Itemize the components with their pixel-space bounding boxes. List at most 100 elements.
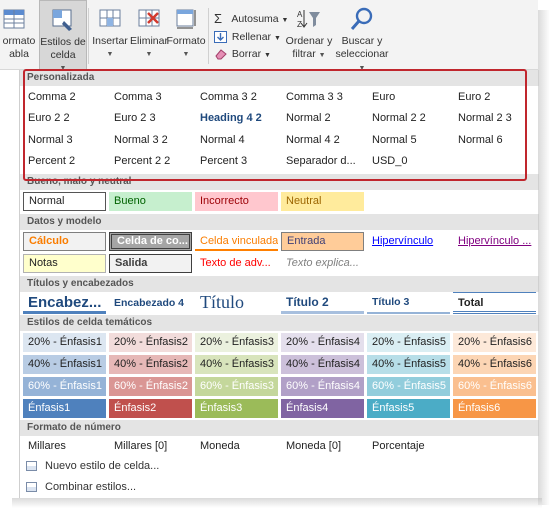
cell-styles-button[interactable]: Estilos de celda ▼ — [39, 0, 87, 72]
style-40-enfasis1[interactable]: 40% - Énfasis1 — [23, 355, 106, 374]
format-as-table-label-2: abla — [9, 48, 29, 60]
style-neutral[interactable]: Neutral — [281, 192, 364, 211]
chevron-down-icon: ▼ — [264, 52, 271, 59]
find-select-button[interactable]: Buscar y seleccionar ▼ — [333, 0, 391, 75]
ribbon: ormato abla Estilos de celda ▼ Insertar … — [0, 0, 538, 72]
delete-cells-icon — [136, 6, 162, 32]
style-texto-advertencia[interactable]: Texto de adv... — [195, 254, 278, 273]
style-millares-0[interactable]: Millares [0] — [109, 437, 192, 456]
highlight-box — [23, 69, 527, 181]
insert-label: Insertar — [92, 35, 128, 47]
eraser-icon — [214, 48, 227, 60]
style-titulo-2[interactable]: Título 2 — [281, 292, 364, 314]
style-enfasis6[interactable]: Énfasis6 — [453, 399, 536, 418]
style-moneda[interactable]: Moneda — [195, 437, 278, 456]
new-cell-style-label: Nuevo estilo de celda... — [45, 460, 160, 472]
page-shadow-bottom — [12, 498, 542, 508]
merge-styles-button[interactable]: Combinar estilos... — [26, 479, 136, 495]
style-20-enfasis1[interactable]: 20% - Énfasis1 — [23, 333, 106, 352]
insert-cells-icon — [97, 6, 123, 32]
style-20-enfasis3[interactable]: 20% - Énfasis3 — [195, 333, 278, 352]
autosum-button[interactable]: Σ Autosuma ▼ — [214, 12, 288, 28]
format-button[interactable]: Formato ▼ — [166, 0, 206, 61]
cell-styles-label-2: celda — [50, 49, 76, 61]
style-moneda-0[interactable]: Moneda [0] — [281, 437, 364, 456]
style-celda-vinculada[interactable]: Celda vinculada — [195, 232, 278, 251]
style-60-enfasis3[interactable]: 60% - Énfasis3 — [195, 377, 278, 396]
merge-styles-label: Combinar estilos... — [45, 481, 137, 493]
style-encabezado-1[interactable]: Encabez... — [23, 292, 106, 314]
section-header-tematicos: Estilos de celda temáticos — [20, 315, 539, 331]
style-60-enfasis6[interactable]: 60% - Énfasis6 — [453, 377, 536, 396]
style-enfasis2[interactable]: Énfasis2 — [109, 399, 192, 418]
merge-styles-icon — [26, 482, 37, 493]
clear-button[interactable]: Borrar ▼ — [214, 47, 271, 63]
style-60-enfasis1[interactable]: 60% - Énfasis1 — [23, 377, 106, 396]
style-enfasis3[interactable]: Énfasis3 — [195, 399, 278, 418]
style-entrada[interactable]: Entrada — [281, 232, 364, 251]
style-encabezado-4[interactable]: Encabezado 4 — [109, 292, 192, 314]
fill-button[interactable]: Rellenar ▼ — [214, 30, 281, 46]
style-celda-comprobacion[interactable]: Celda de co... — [109, 232, 192, 251]
sort-filter-button[interactable]: AZ Ordenar y filtrar ▼ — [284, 0, 334, 62]
format-cells-icon — [173, 6, 199, 32]
insert-button[interactable]: Insertar ▼ — [90, 0, 130, 61]
svg-text:A: A — [297, 10, 303, 19]
new-style-icon — [26, 461, 37, 472]
page-shadow-right — [538, 10, 550, 505]
style-bueno[interactable]: Bueno — [109, 192, 192, 211]
find-select-label: Buscar y — [341, 35, 383, 47]
chevron-down-icon: ▼ — [182, 51, 190, 58]
find-select-label-2: seleccionar — [335, 48, 389, 60]
chevron-down-icon: ▼ — [273, 35, 281, 42]
style-40-enfasis4[interactable]: 40% - Énfasis4 — [281, 355, 364, 374]
delete-button[interactable]: Eliminar ▼ — [128, 0, 170, 61]
style-40-enfasis6[interactable]: 40% - Énfasis6 — [453, 355, 536, 374]
style-40-enfasis2[interactable]: 40% - Énfasis2 — [109, 355, 192, 374]
style-60-enfasis2[interactable]: 60% - Énfasis2 — [109, 377, 192, 396]
style-enfasis4[interactable]: Énfasis4 — [281, 399, 364, 418]
ribbon-separator — [88, 8, 89, 64]
style-titulo[interactable]: Título — [195, 290, 278, 314]
style-hipervinculo-visitado[interactable]: Hipervínculo ... — [453, 232, 536, 251]
new-cell-style-button[interactable]: Nuevo estilo de celda... — [26, 458, 159, 474]
style-hipervinculo[interactable]: Hipervínculo — [367, 232, 450, 251]
style-60-enfasis4[interactable]: 60% - Énfasis4 — [281, 377, 364, 396]
style-20-enfasis2[interactable]: 20% - Énfasis2 — [109, 333, 192, 352]
style-enfasis5[interactable]: Énfasis5 — [367, 399, 450, 418]
section-header-titulos: Títulos y encabezados — [20, 276, 539, 292]
clear-label: Borrar — [231, 48, 262, 60]
svg-text:Z: Z — [297, 20, 302, 29]
delete-label: Eliminar — [130, 35, 168, 47]
magnifier-icon — [349, 6, 375, 32]
style-total[interactable]: Total — [453, 292, 536, 314]
style-normal[interactable]: Normal — [23, 192, 106, 211]
section-header-formato-numero: Formato de número — [20, 420, 539, 436]
style-texto-explicativo[interactable]: Texto explica... — [281, 254, 364, 273]
style-60-enfasis5[interactable]: 60% - Énfasis5 — [367, 377, 450, 396]
section-header-datos-modelo: Datos y modelo — [20, 214, 539, 230]
sort-filter-icon: AZ — [296, 6, 322, 32]
style-20-enfasis6[interactable]: 20% - Énfasis6 — [453, 333, 536, 352]
style-20-enfasis4[interactable]: 20% - Énfasis4 — [281, 333, 364, 352]
fill-label: Rellenar — [231, 31, 272, 43]
style-calculo[interactable]: Cálculo — [23, 232, 106, 251]
style-incorrecto[interactable]: Incorrecto — [195, 192, 278, 211]
format-as-table-label: ormato — [2, 35, 36, 47]
autosum-label: Autosuma — [231, 13, 279, 25]
sigma-icon: Σ — [214, 11, 223, 27]
style-titulo-3[interactable]: Título 3 — [367, 292, 450, 314]
style-salida[interactable]: Salida — [109, 254, 192, 273]
style-porcentaje[interactable]: Porcentaje — [367, 437, 450, 456]
format-label: Formato — [166, 35, 206, 47]
style-notas[interactable]: Notas — [23, 254, 106, 273]
style-millares[interactable]: Millares — [23, 437, 106, 456]
style-enfasis1[interactable]: Énfasis1 — [23, 399, 106, 418]
cell-styles-label: Estilos de — [40, 36, 86, 48]
style-40-enfasis5[interactable]: 40% - Énfasis5 — [367, 355, 450, 374]
style-20-enfasis5[interactable]: 20% - Énfasis5 — [367, 333, 450, 352]
style-40-enfasis3[interactable]: 40% - Énfasis3 — [195, 355, 278, 374]
chevron-down-icon: ▼ — [318, 52, 326, 59]
cell-styles-icon — [50, 7, 76, 33]
format-as-table-button[interactable]: ormato abla — [0, 0, 38, 61]
